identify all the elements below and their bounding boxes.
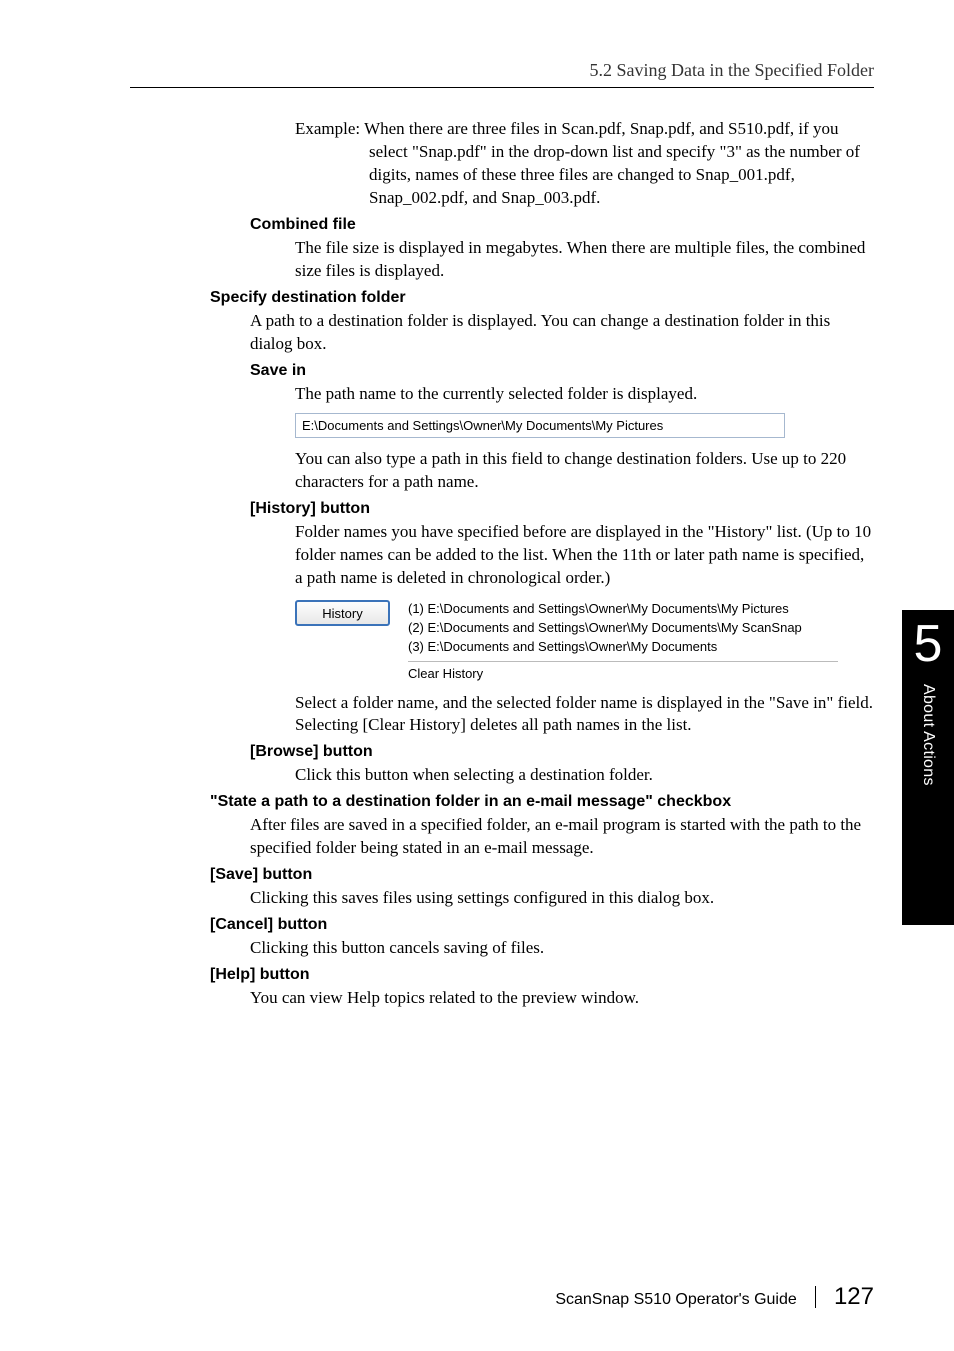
cancel-text: Clicking this button cancels saving of f… xyxy=(250,937,874,960)
history-text1: Folder names you have specified before a… xyxy=(295,521,874,590)
page-footer: ScanSnap S510 Operator's Guide 127 xyxy=(130,1283,874,1311)
chapter-side-tab: 5 About Actions xyxy=(902,610,954,925)
heading-cancel-button: [Cancel] button xyxy=(210,916,874,934)
history-clear[interactable]: Clear History xyxy=(408,665,838,684)
specify-dest-text: A path to a destination folder is displa… xyxy=(250,310,874,356)
heading-specify-dest: Specify destination folder xyxy=(210,289,874,307)
heading-help-button: [Help] button xyxy=(210,966,874,984)
browse-text: Click this button when selecting a desti… xyxy=(295,764,874,787)
heading-history-button: [History] button xyxy=(250,500,874,518)
history-divider xyxy=(408,661,838,662)
section-header: 5.2 Saving Data in the Specified Folder xyxy=(130,60,874,88)
example-text: Example: When there are three files in S… xyxy=(295,118,874,210)
heading-save-button: [Save] button xyxy=(210,866,874,884)
heading-state-checkbox: "State a path to a destination folder in… xyxy=(210,793,874,811)
chapter-label: About Actions xyxy=(919,684,937,786)
state-text: After files are saved in a specified fol… xyxy=(250,814,874,860)
footer-divider xyxy=(815,1286,816,1308)
heading-save-in: Save in xyxy=(250,362,874,380)
history-item-1[interactable]: (1) E:\Documents and Settings\Owner\My D… xyxy=(408,600,838,619)
history-item-3[interactable]: (3) E:\Documents and Settings\Owner\My D… xyxy=(408,638,838,657)
history-dropdown[interactable]: (1) E:\Documents and Settings\Owner\My D… xyxy=(408,600,838,683)
combined-file-text: The file size is displayed in megabytes.… xyxy=(295,237,874,283)
help-text: You can view Help topics related to the … xyxy=(250,987,874,1010)
footer-guide-title: ScanSnap S510 Operator's Guide xyxy=(555,1291,796,1309)
save-text: Clicking this saves files using settings… xyxy=(250,887,874,910)
save-in-path-input[interactable]: E:\Documents and Settings\Owner\My Docum… xyxy=(295,413,785,438)
heading-browse-button: [Browse] button xyxy=(250,743,874,761)
history-button[interactable]: History xyxy=(295,600,390,626)
save-in-text1: The path name to the currently selected … xyxy=(295,383,874,406)
footer-page-number: 127 xyxy=(834,1283,874,1311)
save-in-text2: You can also type a path in this field t… xyxy=(295,448,874,494)
heading-combined-file: Combined file xyxy=(250,216,874,234)
history-text2: Select a folder name, and the selected f… xyxy=(295,692,874,715)
chapter-number: 5 xyxy=(914,618,943,670)
history-text3: Selecting [Clear History] deletes all pa… xyxy=(295,714,874,737)
history-item-2[interactable]: (2) E:\Documents and Settings\Owner\My D… xyxy=(408,619,838,638)
history-screenshot: History (1) E:\Documents and Settings\Ow… xyxy=(295,600,874,683)
